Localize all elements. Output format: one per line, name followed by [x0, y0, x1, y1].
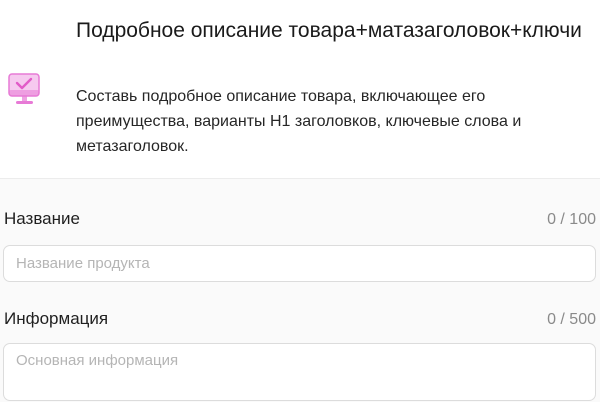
info-char-counter: 0 / 500 [547, 311, 596, 328]
name-field-label: Название [4, 209, 80, 228]
template-header: Подробное описание товара+матазаголовок+… [0, 0, 600, 178]
info-field-label: Информация [4, 309, 109, 328]
monitor-check-icon [6, 68, 44, 108]
template-title: Подробное описание товара+матазаголовок+… [76, 19, 582, 42]
input-form: Название 0 / 100 Информация 0 / 500 [0, 178, 600, 402]
product-info-textarea[interactable] [3, 343, 596, 401]
name-char-counter: 0 / 100 [547, 211, 596, 228]
template-description: Составь подробное описание товара, включ… [76, 88, 522, 155]
product-name-input[interactable] [3, 245, 596, 282]
